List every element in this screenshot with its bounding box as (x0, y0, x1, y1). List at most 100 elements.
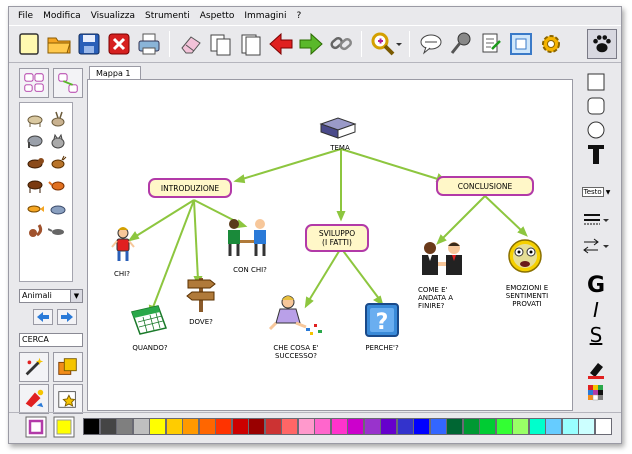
question-mark-icon[interactable]: ? (364, 302, 400, 338)
color-swatch[interactable] (314, 418, 331, 435)
text-only-button[interactable] (581, 142, 611, 166)
node-conclusione[interactable]: CONCLUSIONE (436, 176, 534, 196)
menu-help[interactable]: ? (292, 7, 307, 25)
color-swatch[interactable] (561, 418, 579, 435)
open-button[interactable] (45, 30, 73, 58)
color-swatch[interactable] (512, 418, 529, 435)
map-canvas[interactable]: TEMA INTRODUZIONE SVILUPPO (I FATTI) CON… (87, 79, 573, 411)
root-label[interactable]: TEMA (320, 144, 360, 152)
next-images-button[interactable] (57, 309, 77, 325)
color-swatch[interactable] (99, 418, 117, 435)
menu-visualizza[interactable]: Visualizza (86, 7, 140, 25)
category-select[interactable]: Animali ▼ (19, 289, 83, 303)
link-button[interactable] (327, 30, 355, 58)
shape-rounded-button[interactable] (581, 96, 611, 116)
color-swatch[interactable] (83, 418, 100, 435)
node-introduzione[interactable]: INTRODUZIONE (148, 178, 232, 198)
shape-rectangle-button[interactable] (581, 72, 611, 92)
book-icon[interactable] (318, 114, 358, 144)
child-icon[interactable] (106, 226, 140, 264)
color-swatch[interactable] (462, 418, 480, 435)
color-swatch[interactable] (495, 418, 513, 435)
magic-wand-button[interactable] (19, 352, 49, 382)
horse-icon[interactable] (25, 177, 45, 193)
text-style-select[interactable]: Testo ▼ (581, 184, 611, 200)
zoom-button[interactable] (369, 30, 397, 58)
pointer-mode-button[interactable] (587, 29, 617, 59)
italic-button[interactable]: I (581, 298, 611, 322)
color-swatch[interactable] (429, 418, 447, 435)
copy-button[interactable] (207, 30, 235, 58)
search-input[interactable]: CERCA (19, 333, 83, 347)
signpost-icon[interactable] (184, 274, 218, 314)
color-swatch[interactable] (248, 418, 265, 435)
menu-modifica[interactable]: Modifica (38, 7, 86, 25)
save-button[interactable] (75, 30, 103, 58)
caption-dove[interactable]: DOVE? (184, 318, 218, 326)
frame-button[interactable] (507, 30, 535, 58)
image-gallery[interactable] (19, 102, 73, 282)
fill-color-swatch[interactable] (53, 416, 75, 438)
caption-chi[interactable]: CHI? (108, 270, 136, 278)
color-swatch[interactable] (479, 418, 496, 435)
tab-mappa-1[interactable]: Mappa 1 (89, 66, 141, 80)
underline-button[interactable]: S (581, 322, 611, 348)
dog-icon[interactable] (25, 155, 45, 171)
print-button[interactable] (135, 30, 163, 58)
color-swatch[interactable] (231, 418, 249, 435)
color-swatch[interactable] (528, 418, 546, 435)
color-swatch[interactable] (446, 418, 463, 435)
caption-come[interactable]: COME E' ANDATA A FINIRE? (418, 286, 464, 310)
bird-icon[interactable] (48, 223, 68, 239)
handshake-icon[interactable] (414, 240, 470, 280)
color-swatch[interactable] (116, 418, 133, 435)
color-swatch[interactable] (545, 418, 562, 435)
settings-button[interactable] (537, 30, 565, 58)
eraser-button[interactable] (177, 30, 205, 58)
color-swatch[interactable] (578, 418, 595, 435)
calendar-icon[interactable] (128, 302, 170, 338)
menu-aspetto[interactable]: Aspetto (195, 7, 240, 25)
arrow-direction-button[interactable] (581, 236, 611, 256)
export-button[interactable] (477, 30, 505, 58)
rabbit-icon[interactable] (48, 111, 68, 127)
color-grid-button[interactable] (581, 384, 611, 402)
fox-icon[interactable] (48, 177, 68, 193)
redo-button[interactable] (297, 30, 325, 58)
color-swatch[interactable] (363, 418, 381, 435)
color-swatch[interactable] (281, 418, 298, 435)
menu-immagini[interactable]: Immagini (239, 7, 291, 25)
zoom-dropdown[interactable] (394, 30, 404, 58)
new-map-button[interactable] (15, 30, 43, 58)
line-style-button[interactable] (581, 210, 611, 230)
color-swatch[interactable] (330, 418, 348, 435)
color-swatch[interactable] (182, 418, 199, 435)
menu-strumenti[interactable]: Strumenti (140, 7, 195, 25)
color-swatch[interactable] (165, 418, 183, 435)
color-swatch[interactable] (132, 418, 150, 435)
menu-file[interactable]: File (13, 7, 38, 25)
insert-link-button[interactable] (53, 68, 83, 98)
caption-con-chi[interactable]: CON CHI? (226, 266, 274, 274)
squirrel-icon[interactable] (25, 223, 45, 239)
caption-perche[interactable]: PERCHE'? (360, 344, 404, 352)
insert-image-button[interactable] (53, 384, 83, 414)
color-swatch[interactable] (215, 418, 232, 435)
color-swatch[interactable] (149, 418, 166, 435)
color-swatch[interactable] (264, 418, 282, 435)
comment-button[interactable] (417, 30, 445, 58)
color-swatch[interactable] (347, 418, 364, 435)
elephant-icon[interactable] (25, 133, 45, 149)
node-sviluppo[interactable]: SVILUPPO (I FATTI) (305, 224, 369, 252)
cat-icon[interactable] (48, 133, 68, 149)
close-map-button[interactable] (105, 30, 133, 58)
deer-icon[interactable] (48, 155, 68, 171)
layers-button[interactable] (53, 352, 83, 382)
insert-nodes-button[interactable] (19, 68, 49, 98)
two-people-icon[interactable] (222, 216, 272, 260)
caption-quando[interactable]: QUANDO? (130, 344, 170, 352)
goat-icon[interactable] (25, 111, 45, 127)
audio-button[interactable] (447, 30, 475, 58)
paint-button[interactable] (19, 384, 49, 414)
fish-icon[interactable] (25, 201, 45, 217)
